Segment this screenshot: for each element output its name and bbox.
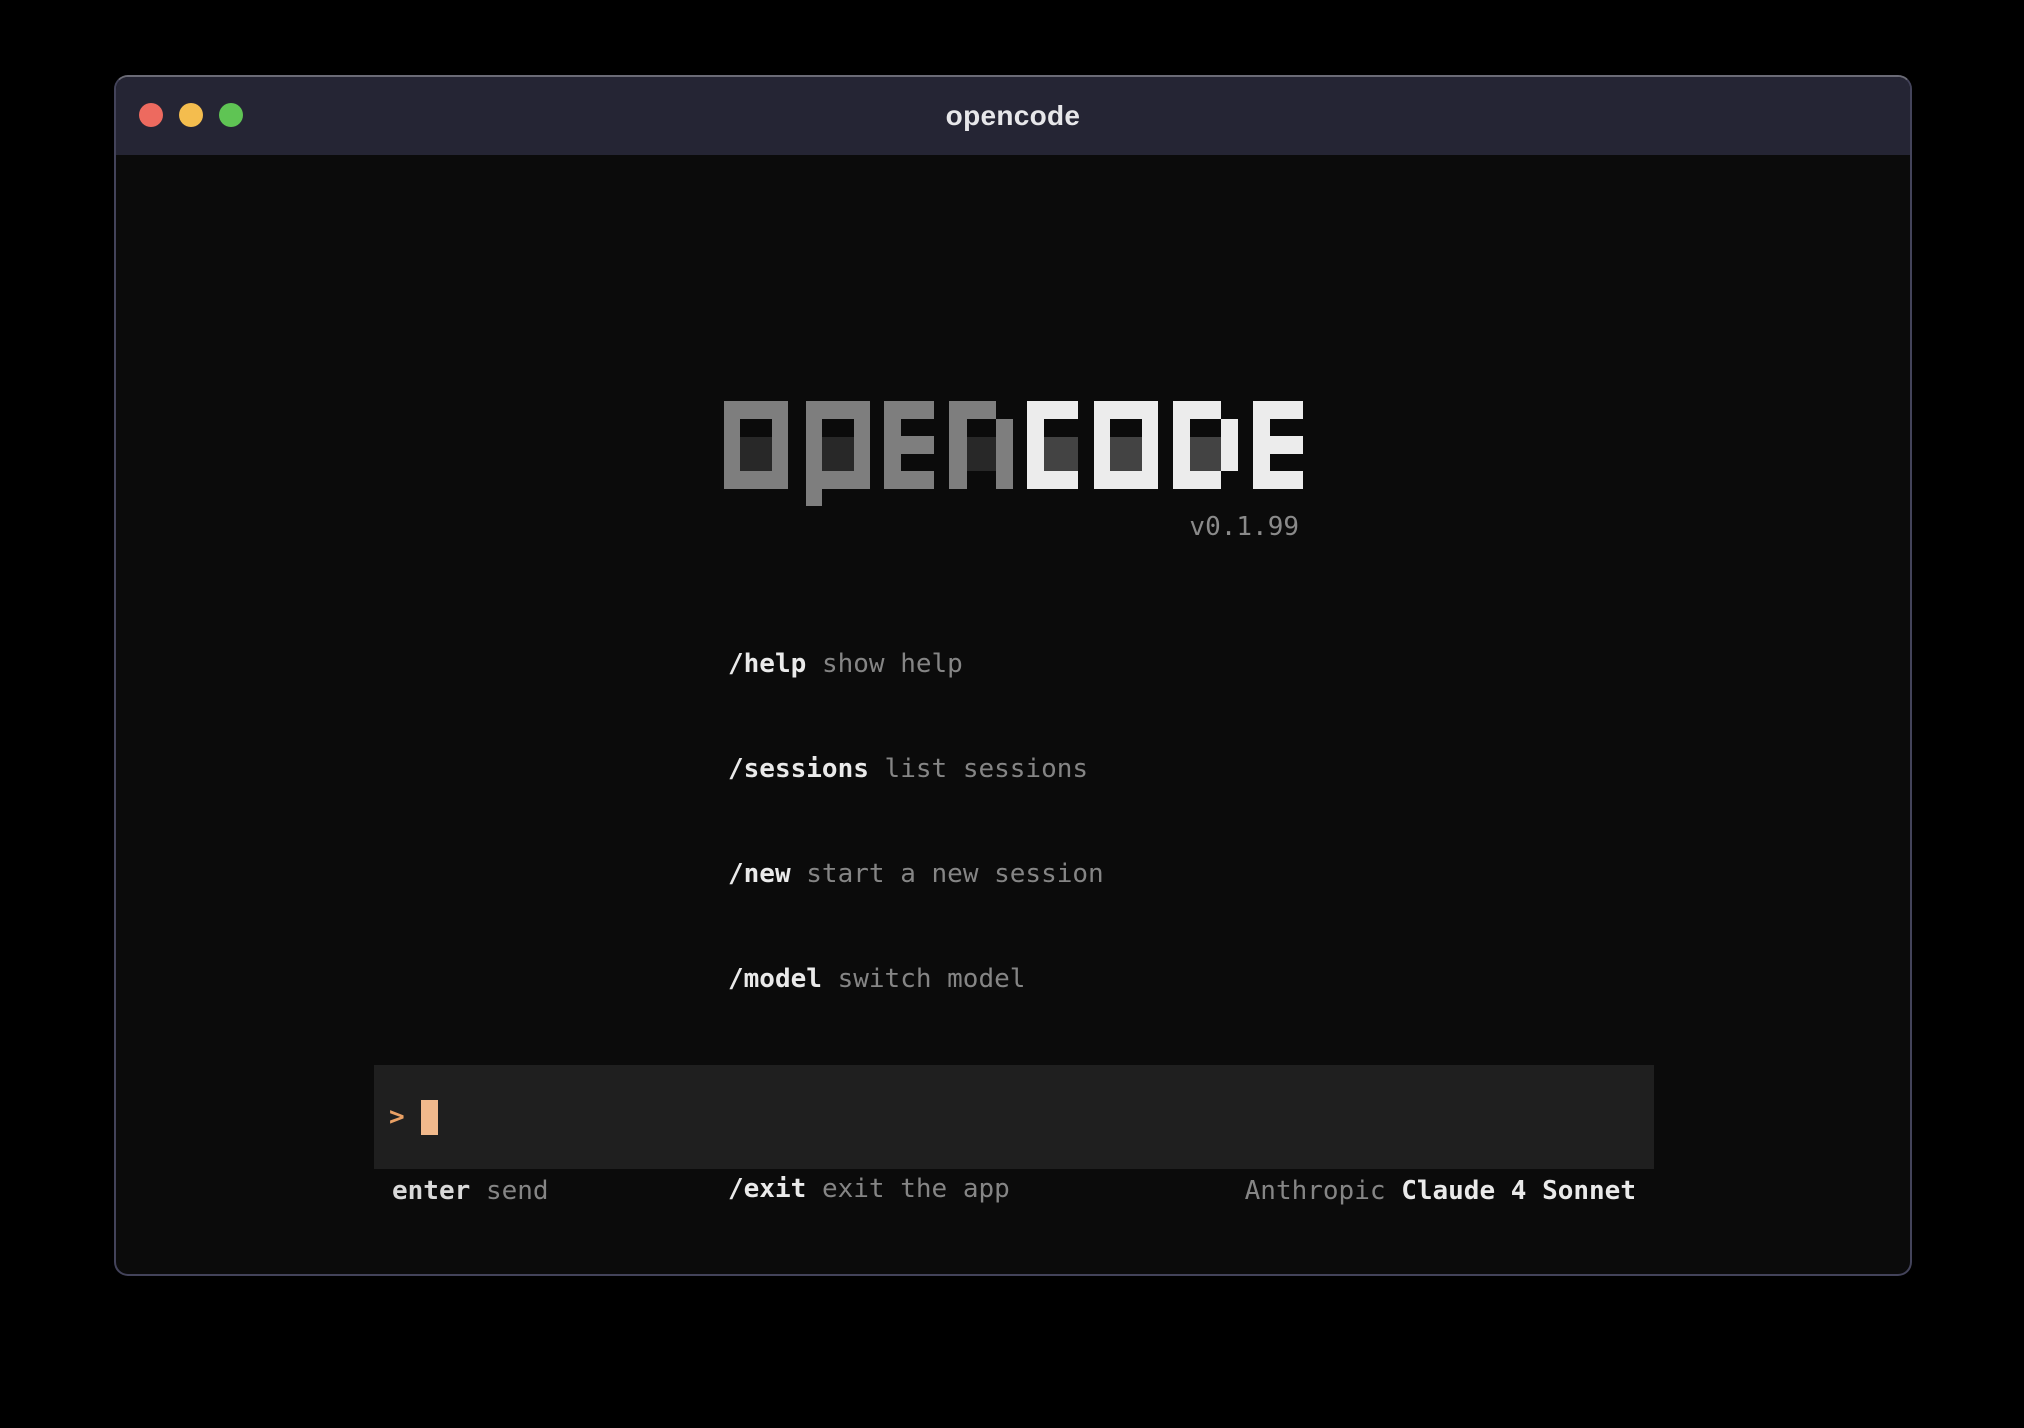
logo-letter-n xyxy=(949,401,1013,489)
logo-letter-o2 xyxy=(1094,401,1158,489)
command-row: /sessions list sessions xyxy=(728,752,1104,787)
command-description: list sessions xyxy=(885,754,1089,784)
command-row: /model switch model xyxy=(728,962,1104,997)
logo-letter-o1 xyxy=(724,401,788,489)
minimize-button[interactable] xyxy=(179,103,203,127)
prompt-symbol: > xyxy=(389,1102,405,1132)
logo-letter-e1 xyxy=(884,401,934,489)
command-name: /help xyxy=(728,649,806,679)
model-provider: Anthropic xyxy=(1245,1176,1386,1206)
desktop: { "window": { "title": "opencode", "cont… xyxy=(0,0,2024,1428)
command-list: /help show help /sessions list sessions … xyxy=(728,577,1104,1276)
command-name: /new xyxy=(728,859,791,889)
logo-letter-c xyxy=(1027,401,1078,489)
logo-letter-p xyxy=(806,401,870,506)
zoom-button[interactable] xyxy=(219,103,243,127)
text-cursor xyxy=(421,1100,438,1135)
close-button[interactable] xyxy=(139,103,163,127)
command-name: /model xyxy=(728,964,822,994)
status-bar: enter send Anthropic Claude 4 Sonnet xyxy=(374,1174,1654,1209)
opencode-logo-svg xyxy=(724,401,1303,506)
window-title: opencode xyxy=(946,100,1081,132)
app-window: opencode xyxy=(114,75,1912,1276)
key-hint-action: send xyxy=(486,1176,549,1206)
logo-letter-d xyxy=(1173,401,1238,489)
command-row: /new start a new session xyxy=(728,857,1104,892)
command-description: switch model xyxy=(838,964,1026,994)
command-row: /help show help xyxy=(728,647,1104,682)
prompt-input[interactable]: > xyxy=(374,1065,1654,1169)
logo-letter-e2 xyxy=(1253,401,1303,489)
key-hint: enter send xyxy=(392,1174,549,1209)
key-hint-key: enter xyxy=(392,1176,470,1206)
command-name: /sessions xyxy=(728,754,869,784)
version-label: v0.1.99 xyxy=(1189,510,1299,545)
model-indicator[interactable]: Anthropic Claude 4 Sonnet xyxy=(1245,1174,1636,1209)
command-description: show help xyxy=(822,649,963,679)
opencode-logo xyxy=(724,401,1303,506)
window-titlebar[interactable]: opencode xyxy=(116,77,1910,155)
model-name: Claude 4 Sonnet xyxy=(1401,1176,1636,1206)
command-description: start a new session xyxy=(806,859,1103,889)
